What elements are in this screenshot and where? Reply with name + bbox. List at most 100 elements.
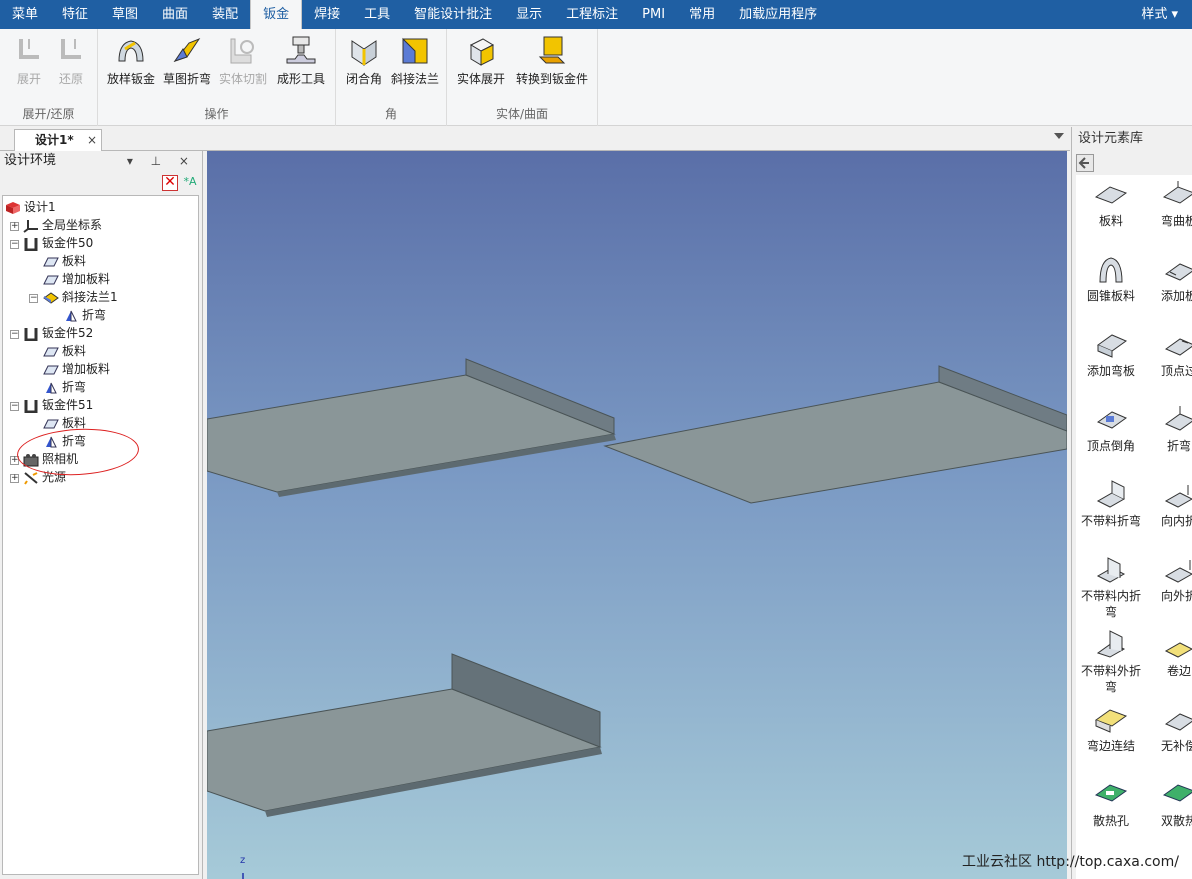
tree-node-bend[interactable]: 折弯	[43, 378, 86, 396]
convert-to-sheet-metal-button[interactable]: 转换到钣金件	[511, 35, 593, 87]
menu-smart-annotation[interactable]: 智能设计批注	[402, 0, 504, 29]
library-item-hem[interactable]: 卷边	[1144, 629, 1192, 679]
menu-load-app[interactable]: 加载应用程序	[727, 0, 829, 29]
coordinate-system-icon	[23, 219, 38, 233]
filter-icon[interactable]: *A	[182, 175, 198, 191]
library-item-label: 顶点过	[1160, 364, 1192, 378]
menu-pmi[interactable]: PMI	[630, 0, 677, 29]
sketch-bend-icon	[173, 37, 201, 62]
sheet-metal-part-50[interactable]	[207, 358, 616, 497]
document-tab[interactable]: 设计1* ×	[14, 129, 102, 151]
menu-file[interactable]: 菜单	[0, 0, 50, 29]
sheet-metal-part-52[interactable]	[603, 365, 1067, 504]
library-item-bend-sheet[interactable]: 弯曲板	[1144, 179, 1192, 229]
menu-welding[interactable]: 焊接	[302, 0, 352, 29]
close-corner-button[interactable]: 闭合角	[342, 35, 386, 87]
edge-join-icon	[1094, 709, 1128, 733]
library-item-vertex-chamfer[interactable]: 顶点倒角	[1076, 404, 1146, 454]
3d-viewport[interactable]: z	[207, 151, 1067, 879]
style-menu[interactable]: 样式 ▾	[1141, 0, 1178, 29]
library-item-bend[interactable]: 折弯	[1144, 404, 1192, 454]
bend-icon	[1164, 406, 1192, 431]
restore-icon	[61, 39, 81, 59]
close-icon[interactable]: ×	[87, 130, 97, 150]
library-item-label: 添加板	[1160, 289, 1192, 303]
tree-node-sheet-metal-52[interactable]: 钣金件52	[23, 324, 93, 342]
delete-icon[interactable]: ✕	[162, 175, 178, 191]
library-item-vertex-transition[interactable]: 顶点过	[1144, 329, 1192, 379]
forming-tool-button[interactable]: 成形工具	[274, 35, 328, 87]
library-item-label: 弯边连结	[1086, 739, 1135, 753]
library-item-add-sheet[interactable]: 添加板	[1144, 254, 1192, 304]
expand-icon[interactable]: +	[10, 474, 19, 483]
tree-node-global-coordinate[interactable]: 全局坐标系	[23, 216, 102, 234]
library-title: 设计元素库	[1078, 131, 1144, 146]
tree-node-sheet[interactable]: 板料	[43, 342, 86, 360]
collapse-icon[interactable]: −	[10, 240, 19, 249]
library-item-no-compensation[interactable]: 无补偿	[1144, 704, 1192, 754]
tree-node-add-sheet[interactable]: 增加板料	[43, 270, 110, 288]
tree-node-label: 斜接法兰1	[62, 290, 118, 304]
tree-node-label: 增加板料	[62, 362, 111, 376]
library-item-inward-fold[interactable]: 向内折	[1144, 479, 1192, 529]
forming-tool-icon	[286, 36, 316, 64]
sheet-icon	[43, 257, 59, 266]
collapse-icon[interactable]: −	[10, 330, 19, 339]
design-environment-panel: 设计环境 ▾ ⊥ × ✕ *A 设计1 + 全局坐标系 − 钣金件50 板料 增…	[0, 151, 203, 879]
tree-node-label: 钣金件52	[42, 326, 94, 340]
menu-sheet-metal[interactable]: 钣金	[250, 0, 303, 29]
tree-node-sheet[interactable]: 板料	[43, 252, 86, 270]
library-item-cone-sheet[interactable]: 圆锥板料	[1076, 254, 1146, 304]
sketch-bend-button[interactable]: 草图折弯	[160, 35, 214, 87]
tree-node-sheet-metal-51[interactable]: 钣金件51	[23, 396, 93, 414]
panel-header-buttons[interactable]: ▾ ⊥ ×	[127, 151, 196, 171]
library-item-outward-fold[interactable]: 向外折	[1144, 554, 1192, 604]
inward-fold-icon	[1164, 485, 1192, 508]
menu-surface[interactable]: 曲面	[150, 0, 200, 29]
tree-node-sheet-metal-50[interactable]: 钣金件50	[23, 234, 93, 252]
miter-flange-button[interactable]: 斜接法兰	[388, 35, 442, 87]
solid-cut-button[interactable]: 实体切割	[216, 35, 270, 87]
menu-tools[interactable]: 工具	[352, 0, 402, 29]
sheet-metal-part-51[interactable]	[207, 653, 602, 817]
double-vent-icon	[1162, 784, 1192, 802]
library-item-sheet[interactable]: 板料	[1076, 179, 1146, 229]
sketch-bend-label: 草图折弯	[162, 72, 211, 86]
solid-cut-label: 实体切割	[218, 72, 267, 86]
loft-sheet-metal-button[interactable]: 放样钣金	[104, 35, 158, 87]
tree-node-miter-flange[interactable]: 斜接法兰1	[43, 288, 118, 306]
panel-header: 设计环境 ▾ ⊥ ×	[0, 151, 202, 173]
bend-icon	[66, 310, 77, 321]
solid-unfold-button[interactable]: 实体展开	[453, 35, 509, 87]
back-arrow-icon[interactable]	[1076, 154, 1094, 172]
library-item-add-bent-plate[interactable]: 添加弯板	[1076, 329, 1146, 379]
library-item-vent-hole[interactable]: 散热孔	[1076, 779, 1146, 829]
tree-node-label: 板料	[62, 254, 87, 268]
group-solid-surface: 实体展开 转换到钣金件 实体/曲面	[447, 29, 598, 126]
library-item-no-material-bend[interactable]: 不带料折弯	[1076, 479, 1146, 529]
vent-hole-icon	[1094, 784, 1128, 802]
collapse-icon[interactable]: −	[10, 402, 19, 411]
library-item-edge-join[interactable]: 弯边连结	[1076, 704, 1146, 754]
library-item-no-material-outer-bend[interactable]: 不带料外折弯	[1076, 629, 1146, 695]
library-item-no-material-inner-bend[interactable]: 不带料内折弯	[1076, 554, 1146, 620]
library-item-double-vent[interactable]: 双散热	[1144, 779, 1192, 829]
no-material-outer-bend-icon	[1096, 630, 1126, 658]
menu-common[interactable]: 常用	[677, 0, 727, 29]
menu-engineering-annotation[interactable]: 工程标注	[554, 0, 630, 29]
tree-node-design[interactable]: 设计1	[5, 198, 56, 216]
collapse-icon[interactable]: −	[29, 294, 38, 303]
expand-icon[interactable]: +	[10, 222, 19, 231]
chevron-down-icon[interactable]	[1054, 133, 1064, 139]
menu-features[interactable]: 特征	[50, 0, 100, 29]
bend-icon	[46, 382, 57, 393]
add-sheet-icon	[43, 365, 59, 374]
menu-sketch[interactable]: 草图	[100, 0, 150, 29]
menu-display[interactable]: 显示	[504, 0, 554, 29]
tree-node-add-sheet[interactable]: 增加板料	[43, 360, 110, 378]
restore-button[interactable]: 还原	[54, 35, 88, 87]
unfold-button[interactable]: 展开	[12, 35, 46, 87]
menu-assembly[interactable]: 装配	[200, 0, 250, 29]
tree-node-bend[interactable]: 折弯	[63, 306, 106, 324]
library-item-label: 圆锥板料	[1086, 289, 1135, 303]
